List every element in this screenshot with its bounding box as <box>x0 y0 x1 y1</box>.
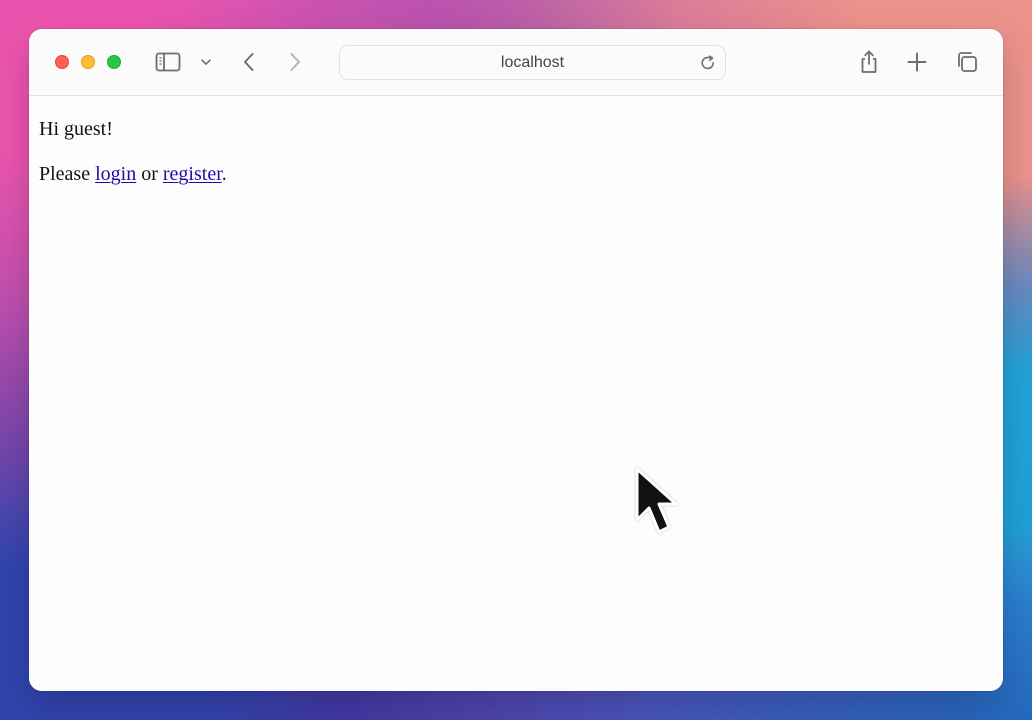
greeting-text: Hi guest! <box>39 118 113 140</box>
address-bar[interactable]: localhost <box>339 45 726 80</box>
maximize-window-button[interactable] <box>107 55 121 69</box>
mouse-pointer-icon <box>635 467 678 534</box>
share-icon[interactable] <box>858 49 880 75</box>
chevron-down-icon[interactable] <box>200 57 212 67</box>
message-suffix: . <box>221 163 227 185</box>
message-prefix: Please <box>39 163 96 185</box>
sidebar-icon[interactable] <box>155 52 181 72</box>
back-icon[interactable] <box>240 51 258 73</box>
tabs-icon[interactable] <box>955 50 979 74</box>
authentication-message: Please login or register. <box>39 162 227 186</box>
register-link[interactable]: register <box>163 163 222 185</box>
reload-icon[interactable] <box>699 54 717 72</box>
message-middle: or <box>136 163 163 185</box>
url-text: localhost <box>500 54 565 71</box>
login-link[interactable]: login <box>95 163 136 185</box>
plus-icon[interactable] <box>906 51 928 73</box>
close-window-button[interactable] <box>55 55 69 69</box>
forward-icon[interactable] <box>286 51 304 73</box>
browser-window: localhost Hi guest! Please login or regi… <box>29 29 1003 691</box>
minimize-window-button[interactable] <box>81 55 95 69</box>
browser-toolbar: localhost <box>29 29 1003 96</box>
web-page-content: Hi guest! Please login or register. <box>29 96 1003 691</box>
